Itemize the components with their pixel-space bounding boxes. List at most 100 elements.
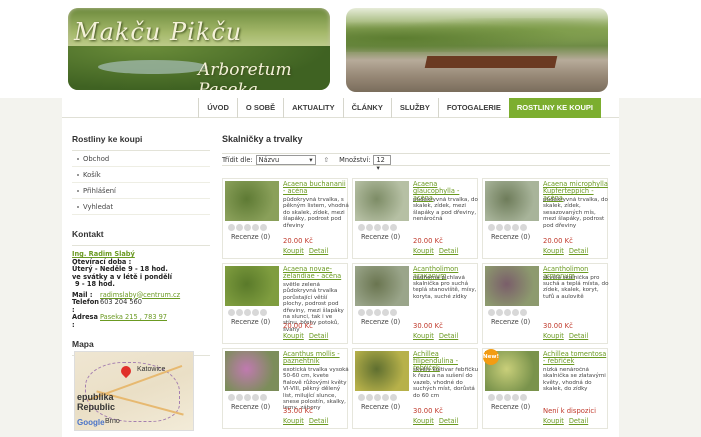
product-price: Není k dispozici (543, 407, 597, 415)
star-icon (520, 224, 527, 231)
sidebar-menu-label: Obchod (83, 155, 110, 163)
qty-value: 12 (376, 156, 385, 164)
new-badge: New! (483, 349, 499, 365)
buy-link[interactable]: Koupit (283, 247, 304, 255)
detail-link[interactable]: Detail (569, 417, 588, 425)
product-description: půdokryvná trvalka, do skalek, zídek, me… (413, 197, 478, 223)
product-price: 20.00 Kč (283, 322, 313, 330)
nav-item[interactable]: FOTOGALERIE (437, 98, 509, 118)
sidebar-menu-label: Vyhledat (83, 203, 114, 211)
product-image[interactable] (225, 181, 279, 221)
product-image[interactable] (355, 351, 409, 391)
product-description: půdokryvná trvalka, s pěkným listem, vho… (283, 197, 349, 229)
sort-direction-icon[interactable]: ⇧ (324, 156, 330, 164)
product-image[interactable] (355, 266, 409, 306)
detail-link[interactable]: Detail (309, 332, 328, 340)
product-image[interactable] (225, 266, 279, 306)
product-image[interactable] (225, 351, 279, 391)
product-image[interactable] (485, 181, 539, 221)
qty-select[interactable]: 12 ▾ (373, 155, 392, 172)
star-icon (504, 394, 511, 401)
buy-link[interactable]: Koupit (543, 332, 564, 340)
product-title-link[interactable]: Achillea tomentosa - řebříček (543, 350, 609, 365)
photo-trees (346, 18, 608, 52)
detail-link[interactable]: Detail (569, 247, 588, 255)
reviews-count: Recenze (0) (361, 233, 401, 241)
product-price: 20.00 Kč (283, 237, 313, 245)
nav-item[interactable]: ÚVOD (198, 98, 237, 118)
rating-stars (358, 394, 404, 402)
buy-link[interactable]: Koupit (283, 417, 304, 425)
star-icon (504, 224, 511, 231)
qty-label: Množství: (339, 156, 371, 164)
detail-link[interactable]: Detail (569, 332, 588, 340)
sidebar-menu-item[interactable]: Košík (72, 167, 210, 183)
star-icon (512, 309, 519, 316)
site-title: Makču Pikču (74, 18, 243, 46)
nav-item[interactable]: O SOBĚ (236, 98, 283, 118)
site-header: Makču Pikču Arboretum Paseka (0, 0, 701, 98)
nav-item[interactable]: ROSTLINY KE KOUPI (508, 98, 601, 118)
address-label: Adresa : (72, 313, 98, 329)
product-list: Skalničky a trvalky Třídit dle: Názvu ▾ … (222, 134, 610, 429)
star-icon (390, 394, 397, 401)
star-icon (496, 309, 503, 316)
nav-item[interactable]: ČLÁNKY (342, 98, 391, 118)
hours-line3: 9 - 18 hod. (75, 280, 115, 288)
product-card: New! Recenze (0) Achillea tomentosa - řebř… (482, 348, 608, 429)
product-title-link[interactable]: Acaena buchananii - acéna (283, 180, 349, 195)
detail-link[interactable]: Detail (439, 417, 458, 425)
buy-link[interactable]: Koupit (413, 247, 434, 255)
sidebar-menu-label: Košík (83, 171, 101, 179)
star-icon (358, 394, 365, 401)
rating-stars (488, 394, 534, 402)
buy-link[interactable]: Koupit (543, 417, 564, 425)
star-icon (260, 309, 267, 316)
product-title-link[interactable]: Acaena novae-zelandiae - acéna (283, 265, 349, 280)
product-card: Recenze (0) Acaena novae-zelandiae - acén… (222, 263, 348, 344)
star-icon (382, 309, 389, 316)
address-link[interactable]: Paseka 215 , 783 97 (100, 313, 167, 329)
product-image[interactable] (485, 266, 539, 306)
product-price: 35.00 Kč (283, 407, 313, 415)
phone-value: 603 204 560 (100, 298, 142, 306)
star-icon (512, 394, 519, 401)
map-widget[interactable]: Katowice epublika Republic Brno Google (74, 351, 194, 431)
product-image[interactable] (355, 181, 409, 221)
product-title-link[interactable]: Acanthus mollis - paznehtník (283, 350, 349, 365)
product-description: nádherná pichlavá skalnička pro suchá te… (413, 274, 477, 300)
nav-item[interactable]: AKTUALITY (283, 98, 343, 118)
bullet-icon (77, 158, 79, 160)
nav-items: ÚVOD O SOBĚ AKTUALITY ČLÁNKY SLUŽBY FOTOGALER… (198, 98, 601, 118)
star-icon (244, 394, 251, 401)
star-icon (236, 309, 243, 316)
header-photo (346, 8, 608, 92)
star-icon (488, 224, 495, 231)
product-description: skvělá skalnička pro suchá a teplá místa… (543, 274, 609, 300)
detail-link[interactable]: Detail (439, 332, 458, 340)
reviews-count: Recenze (0) (361, 318, 401, 326)
sort-label: Třídit dle: (222, 156, 253, 164)
logo-banner[interactable]: Makču Pikču Arboretum Paseka (68, 8, 330, 90)
star-icon (244, 309, 251, 316)
detail-link[interactable]: Detail (309, 417, 328, 425)
buy-link[interactable]: Koupit (283, 332, 304, 340)
rating-stars (228, 394, 274, 402)
star-icon (228, 394, 235, 401)
reviews-count: Recenze (0) (491, 233, 531, 241)
sidebar-menu-item[interactable]: Vyhledat (72, 199, 210, 215)
nav-item[interactable]: SLUŽBY (390, 98, 438, 118)
star-icon (382, 394, 389, 401)
buy-link[interactable]: Koupit (413, 417, 434, 425)
buy-link[interactable]: Koupit (413, 332, 434, 340)
buy-link[interactable]: Koupit (543, 247, 564, 255)
sidebar-menu-item[interactable]: Přihlášení (72, 183, 210, 199)
sort-select[interactable]: Názvu ▾ (255, 155, 316, 165)
detail-link[interactable]: Detail (309, 247, 328, 255)
detail-link[interactable]: Detail (439, 247, 458, 255)
sidebar-menu-item[interactable]: Obchod (72, 151, 210, 167)
map-label-katowice: Katowice (137, 366, 166, 373)
star-icon (512, 224, 519, 231)
star-icon (374, 309, 381, 316)
product-card: Recenze (0) Acaena glaucophylla - acéna pů… (352, 178, 478, 259)
